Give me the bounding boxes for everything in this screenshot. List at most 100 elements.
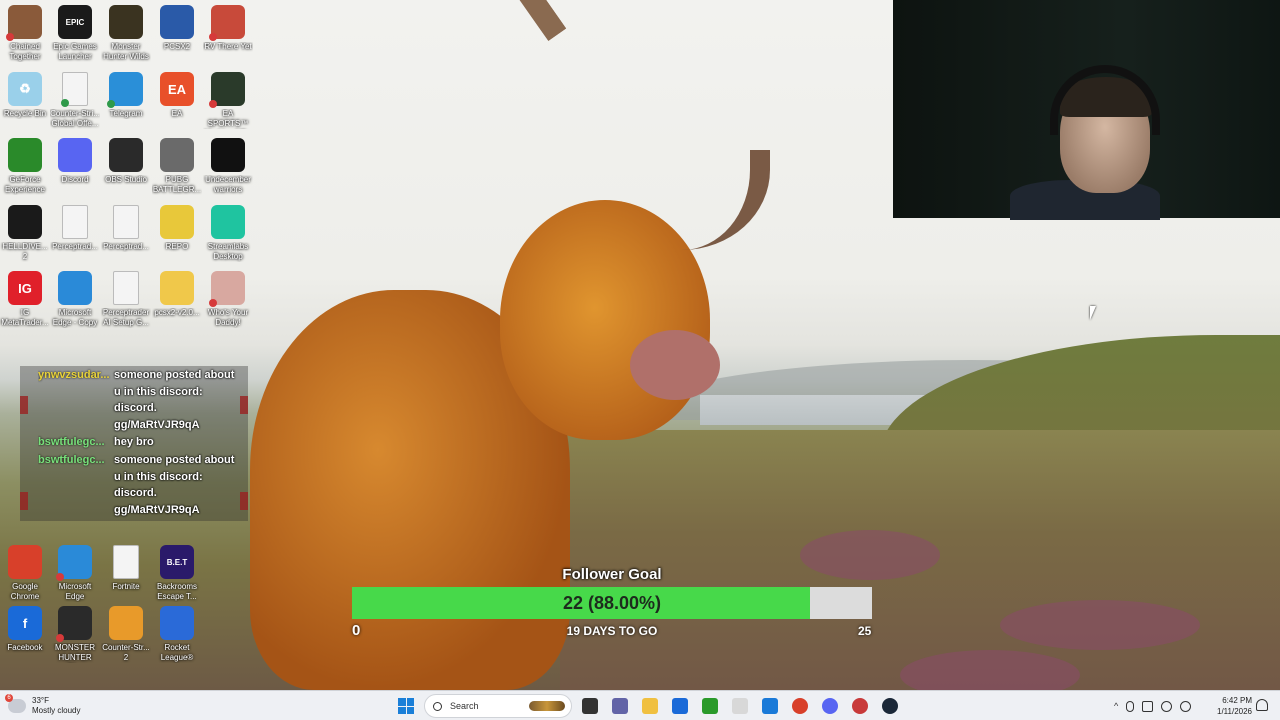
desktop-icon[interactable]: B.E.T Backrooms Escape T... <box>152 545 202 602</box>
chat-overlay: ynwvzsudar... someone posted about u in … <box>20 366 248 521</box>
taskbar-app-button[interactable] <box>848 694 872 718</box>
desktop-icon-label: EA SPORTS™ Madden NF... <box>207 109 249 128</box>
notification-bell-icon[interactable] <box>1256 699 1268 711</box>
chevron-up-icon[interactable]: ^ <box>1114 701 1118 711</box>
taskbar-app-button[interactable] <box>818 694 842 718</box>
monster-hunter-wilds-icon <box>109 5 143 39</box>
teams-icon <box>612 698 628 714</box>
system-tray: ^ <box>1114 694 1192 718</box>
taskbar-app-button[interactable] <box>638 694 662 718</box>
task-view-icon <box>582 698 598 714</box>
weather-temp: 33°F <box>32 696 49 705</box>
desktop-icon[interactable]: Counter-Stri... Global Offe... <box>50 72 100 129</box>
document-icon <box>113 545 139 579</box>
desktop-icon[interactable]: Undecember warriors <box>203 138 253 195</box>
desktop-icon[interactable]: PCSX2 <box>152 5 202 52</box>
undecember-icon <box>211 138 245 172</box>
error-badge-icon <box>56 634 64 642</box>
desktop-icon[interactable]: EA SPORTS™ Madden NF... <box>203 72 253 129</box>
clock-date: 1/11/2026 <box>1217 707 1252 716</box>
taskbar-app-button[interactable] <box>668 694 692 718</box>
taskbar-app-button[interactable] <box>578 694 602 718</box>
desktop-icon-label: PCSX2 <box>163 42 191 51</box>
taskbar-search-box[interactable]: Search <box>424 694 572 718</box>
desktop-icon[interactable]: pcsx2-v2.0... <box>152 271 202 318</box>
taskbar-app-button[interactable] <box>698 694 722 718</box>
chrome-icon <box>8 545 42 579</box>
start-button[interactable] <box>394 694 418 718</box>
taskbar-clock[interactable]: 6:42 PM 1/11/2026 <box>1206 695 1252 717</box>
chat-decoration <box>20 396 28 414</box>
desktop-icon[interactable]: EPIC Epic Games Launcher <box>50 5 100 62</box>
desktop-icon[interactable]: Google Chrome <box>0 545 50 602</box>
desktop-icon[interactable]: Perceptrad... <box>50 205 100 252</box>
device-icon[interactable] <box>1142 700 1154 712</box>
desktop-icon-label: Microsoft Edge <box>58 582 92 601</box>
search-icon <box>433 701 442 711</box>
whos-your-daddy-icon <box>209 271 245 307</box>
desktop-icon[interactable]: REPO <box>152 205 202 252</box>
microphone-icon[interactable] <box>1126 700 1135 712</box>
desktop-icon[interactable]: EA EA <box>152 72 202 119</box>
monster-hunter-rise-icon <box>56 606 92 642</box>
recycle-bin-icon: ♻ <box>8 72 42 106</box>
desktop-icon[interactable]: Streamlabs Desktop <box>203 205 253 262</box>
taskbar-app-button[interactable] <box>608 694 632 718</box>
epic-games-icon: EPIC <box>58 5 92 39</box>
chat-username: ynwvzsudar... <box>38 369 110 381</box>
taskbar: 6 33°F Mostly cloudy Search ^ 6:42 PM 1/… <box>0 690 1280 720</box>
desktop-icon[interactable]: Rocket League® <box>152 606 202 663</box>
weather-widget[interactable]: 6 33°F Mostly cloudy <box>5 694 81 718</box>
taskbar-app-button[interactable] <box>728 694 752 718</box>
desktop-icon[interactable]: Who's Your Daddy! <box>203 271 253 328</box>
desktop-icon[interactable]: ♻ Recycle Bin <box>0 72 50 119</box>
desktop-icon[interactable]: Counter-Str... 2 <box>101 606 151 663</box>
chat-message: bswtfulegc... hey bro <box>38 434 248 451</box>
taskbar-app-button[interactable] <box>788 694 812 718</box>
edge-icon <box>56 545 92 581</box>
volume-icon[interactable] <box>1161 700 1173 712</box>
desktop-icon[interactable]: Monster Hunter Wilds <box>101 5 151 62</box>
desktop-icon-label: Perceptrad... <box>52 242 98 251</box>
desktop-icon[interactable]: Microsoft Edge <box>50 545 100 602</box>
desktop-icon-label: Epic Games Launcher <box>53 42 97 61</box>
facebook-icon: f <box>8 606 42 640</box>
desktop-icon[interactable]: IG IG MetaTrader... <box>0 271 50 328</box>
desktop-icon[interactable]: Perceptrader AI Setup G... <box>101 271 151 328</box>
document-icon <box>62 205 88 239</box>
follower-goal-value: 22 (88.00%) <box>562 593 662 613</box>
mouse-cursor-icon <box>1090 306 1096 320</box>
chat-message: ynwvzsudar... someone posted about u in … <box>38 367 248 433</box>
desktop-icon-label: Google Chrome <box>10 582 40 601</box>
taskbar-app-button[interactable] <box>758 694 782 718</box>
desktop-icon-label: HELLDIVE... 2 <box>2 242 48 261</box>
chrome-icon <box>792 698 808 714</box>
error-badge-icon <box>209 299 217 307</box>
desktop-icon[interactable]: OBS Studio <box>101 138 151 185</box>
desktop-icon[interactable]: Chained Together <box>0 5 50 62</box>
desktop-icon[interactable]: Telegram <box>101 72 151 119</box>
desktop-icon-label: Rocket League® <box>160 643 194 662</box>
desktop-icon[interactable]: Perceptrad... <box>101 205 151 252</box>
desktop-icon[interactable]: GeForce Experience <box>0 138 50 195</box>
network-icon[interactable] <box>1180 700 1192 712</box>
desktop-icon[interactable]: f Facebook <box>0 606 50 653</box>
desktop-icon[interactable]: PUBG BATTLEGR... <box>152 138 202 195</box>
desktop-icon[interactable]: RV There Yet <box>203 5 253 52</box>
desktop-icon[interactable]: HELLDIVE... 2 <box>0 205 50 262</box>
follower-goal-days-left: 19 DAYS TO GO <box>566 624 658 638</box>
weather-condition: Mostly cloudy <box>32 706 81 715</box>
pubg-icon <box>160 138 194 172</box>
discord-icon <box>822 698 838 714</box>
desktop-icon[interactable]: Microsoft Edge - Copy <box>50 271 100 328</box>
desktop-icon[interactable]: Fortnite <box>101 545 151 592</box>
desktop-icon[interactable]: Discord <box>50 138 100 185</box>
desktop-icon-label: EA <box>171 109 183 118</box>
desktop-icon-label: Counter-Stri... Global Offe... <box>50 109 100 128</box>
taskbar-app-button[interactable] <box>878 694 902 718</box>
desktop-icon-label: Recycle Bin <box>3 109 47 118</box>
desktop-icon-label: Backrooms Escape T... <box>156 582 197 601</box>
streamlabs-icon <box>211 205 245 239</box>
desktop-icon-label: IG MetaTrader... <box>1 308 49 327</box>
desktop-icon[interactable]: MONSTER HUNTER RI... <box>50 606 100 663</box>
